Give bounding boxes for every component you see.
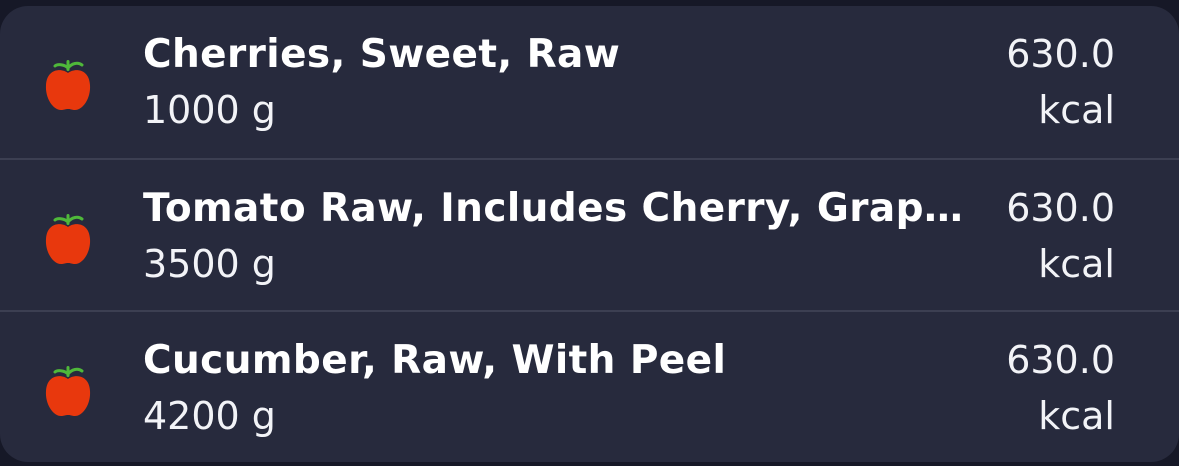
list-item[interactable]: Tomato Raw, Includes Cherry, Grape, … 35… [0,158,1179,310]
calorie-unit: kcal [1038,394,1115,438]
food-quantity: 4200 g [143,394,276,438]
food-name: Cherries, Sweet, Raw [143,32,621,77]
calorie-value: 630.0 [1006,338,1115,382]
list-item[interactable]: Cucumber, Raw, With Peel 4200 g 630.0 kc… [0,310,1179,462]
calorie-unit: kcal [1038,242,1115,286]
apple-icon [42,54,94,112]
food-list: Cherries, Sweet, Raw 1000 g 630.0 kcal T… [0,6,1179,462]
food-quantity: 1000 g [143,88,276,132]
apple-icon [42,360,94,418]
food-name: Tomato Raw, Includes Cherry, Grape, … [143,186,978,231]
apple-icon [42,208,94,266]
calorie-value: 630.0 [1006,186,1115,230]
calorie-value: 630.0 [1006,32,1115,76]
calorie-unit: kcal [1038,88,1115,132]
food-quantity: 3500 g [143,242,276,286]
list-item[interactable]: Cherries, Sweet, Raw 1000 g 630.0 kcal [0,6,1179,158]
food-name: Cucumber, Raw, With Peel [143,338,727,383]
